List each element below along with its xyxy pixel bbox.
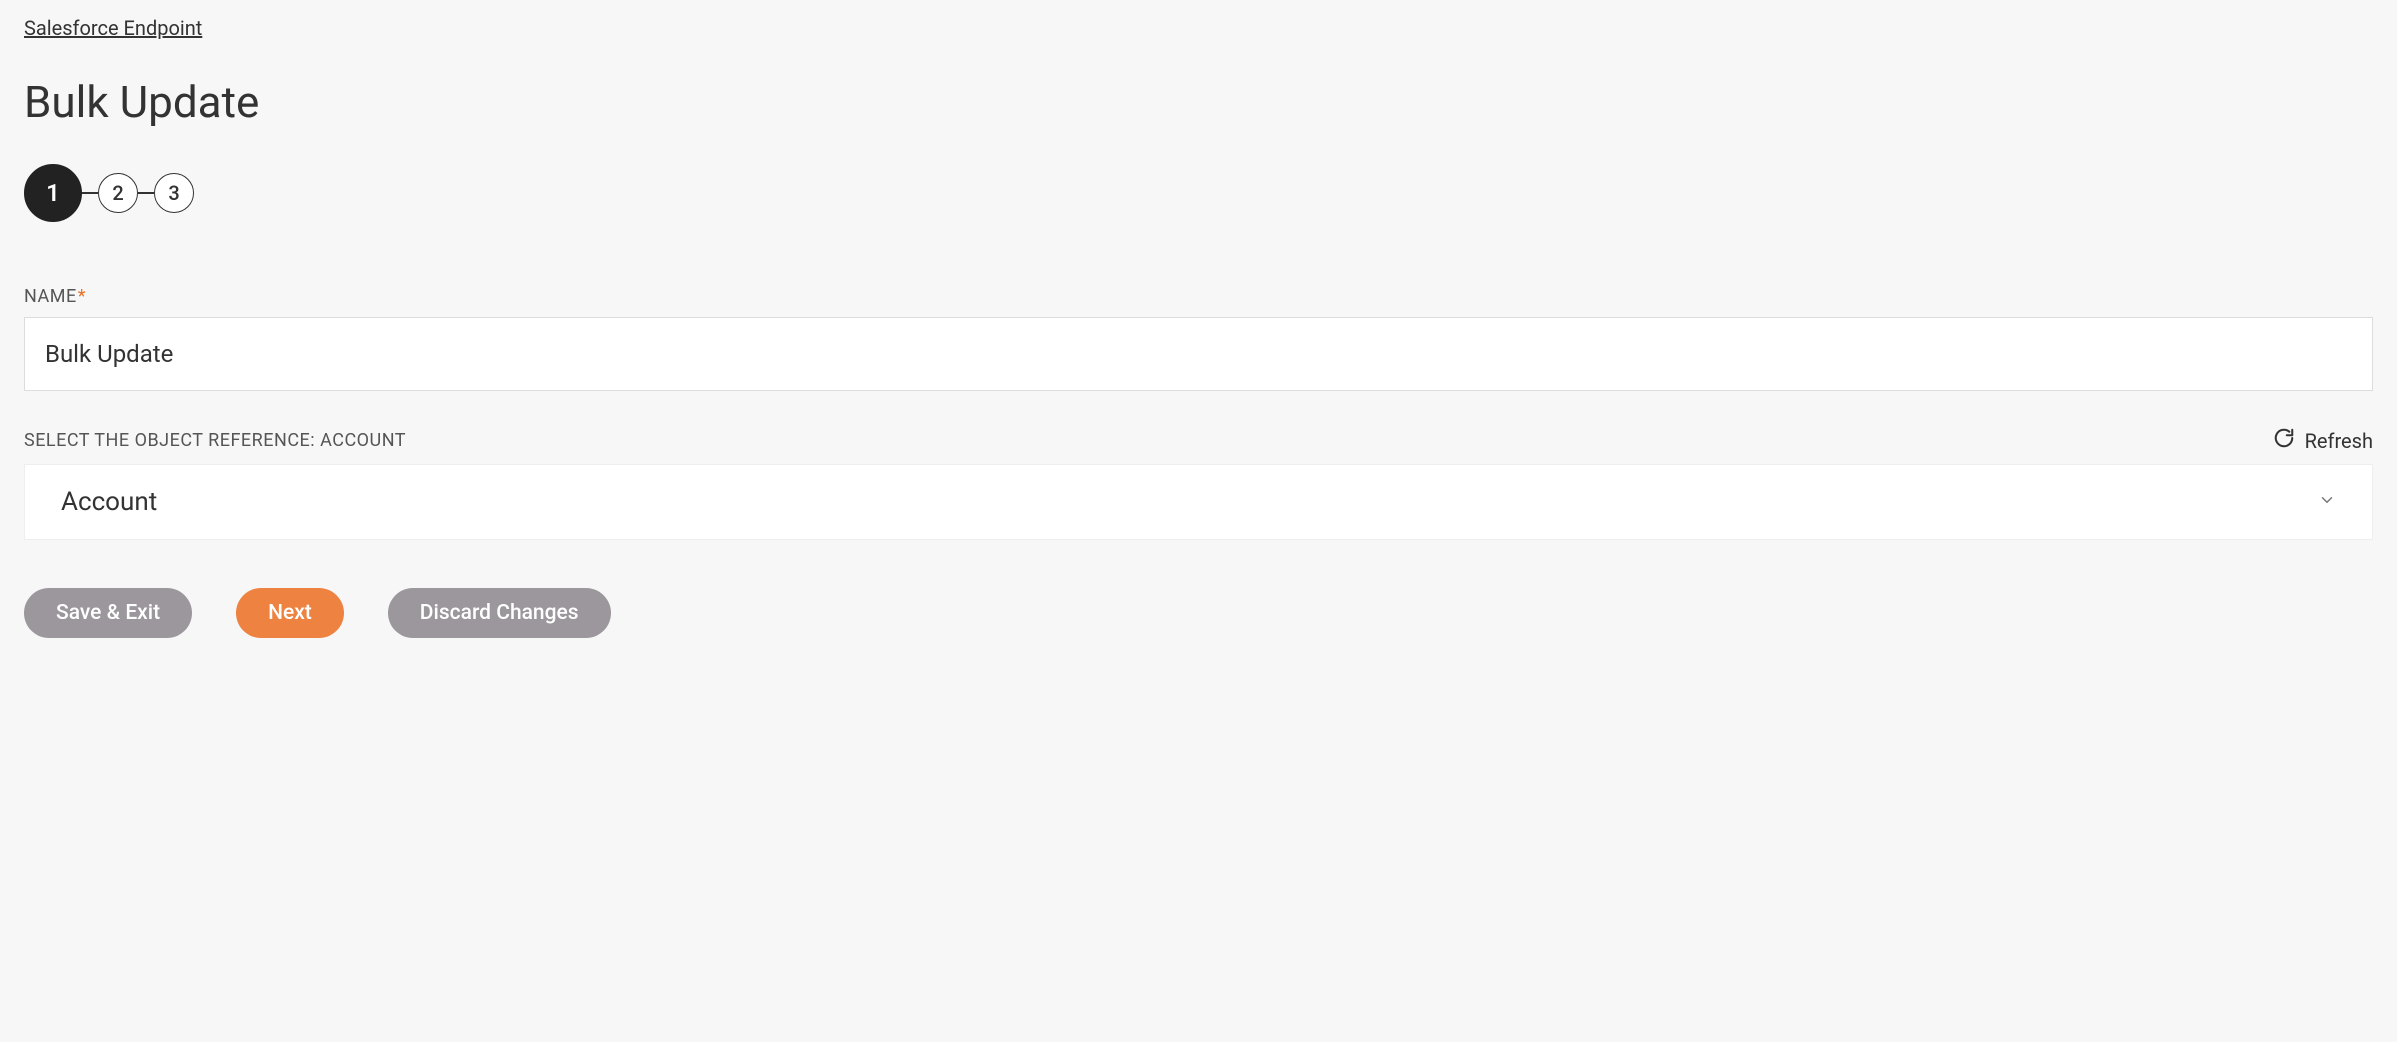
step-2[interactable]: 2 xyxy=(98,173,138,213)
step-1[interactable]: 1 xyxy=(24,164,82,222)
breadcrumb-link[interactable]: Salesforce Endpoint xyxy=(24,16,202,40)
step-connector xyxy=(138,192,154,194)
object-ref-label: SELECT THE OBJECT REFERENCE: ACCOUNT xyxy=(24,430,406,451)
object-ref-selected-value: Account xyxy=(61,487,157,517)
name-label: NAME xyxy=(24,286,77,307)
object-ref-select[interactable]: Account xyxy=(24,464,2373,540)
button-row: Save & Exit Next Discard Changes xyxy=(24,588,2373,638)
page-container: Salesforce Endpoint Bulk Update 1 2 3 NA… xyxy=(0,0,2397,678)
name-label-wrap: NAME* xyxy=(24,286,85,307)
refresh-icon xyxy=(2273,427,2295,454)
step-indicator: 1 2 3 xyxy=(24,164,2373,222)
required-marker: * xyxy=(78,286,86,307)
step-connector xyxy=(82,192,98,194)
object-ref-row: SELECT THE OBJECT REFERENCE: ACCOUNT Ref… xyxy=(24,427,2373,540)
save-exit-button[interactable]: Save & Exit xyxy=(24,588,192,638)
refresh-button[interactable]: Refresh xyxy=(2273,427,2373,454)
object-ref-label-row: SELECT THE OBJECT REFERENCE: ACCOUNT Ref… xyxy=(24,427,2373,454)
page-title: Bulk Update xyxy=(24,76,2373,128)
name-input[interactable] xyxy=(24,317,2373,391)
name-field-row: NAME* xyxy=(24,286,2373,391)
name-label-row: NAME* xyxy=(24,286,2373,307)
refresh-label: Refresh xyxy=(2305,429,2373,453)
chevron-down-icon xyxy=(2318,491,2336,513)
next-button[interactable]: Next xyxy=(236,588,344,638)
discard-button[interactable]: Discard Changes xyxy=(388,588,611,638)
step-3[interactable]: 3 xyxy=(154,173,194,213)
